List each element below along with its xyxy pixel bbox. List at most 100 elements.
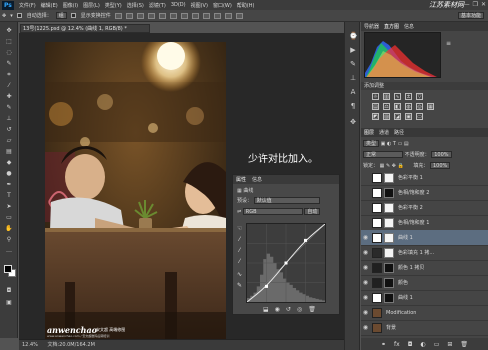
- restore-button[interactable]: ❐: [473, 1, 478, 8]
- tab-navigator[interactable]: 导航器: [364, 23, 379, 30]
- layer-row[interactable]: ◉ 颜色: [361, 275, 488, 291]
- delete-icon[interactable]: 🗑: [308, 306, 316, 313]
- clip-to-layer-icon[interactable]: ⬓: [263, 306, 269, 313]
- close-button[interactable]: ✕: [481, 1, 486, 8]
- layer-row[interactable]: 色彩平衡 1: [361, 170, 488, 186]
- menu-window[interactable]: 窗口(W): [213, 2, 232, 9]
- layer-mask-thumbnail[interactable]: [384, 262, 394, 273]
- histogram-menu-icon[interactable]: ≡: [446, 40, 451, 47]
- eraser-tool-icon[interactable]: ▱: [5, 138, 13, 144]
- black-point-eyedropper-icon[interactable]: ⁄: [236, 236, 243, 243]
- crop-tool-icon[interactable]: ⌗: [5, 72, 13, 78]
- curves-graph[interactable]: [246, 223, 326, 303]
- layer-mask-thumbnail[interactable]: [384, 172, 394, 183]
- link-layers-icon[interactable]: ⚭: [381, 341, 386, 348]
- distribute-bottom-icon[interactable]: [202, 12, 210, 19]
- visibility-icon[interactable]: ◎: [297, 306, 302, 313]
- new-group-icon[interactable]: ▭: [434, 341, 440, 348]
- workspace-dropdown[interactable]: 基本功能: [457, 12, 484, 19]
- layer-mask-thumbnail[interactable]: [384, 292, 394, 303]
- layer-row[interactable]: ◉ 色彩填充 1 拷...: [361, 245, 488, 261]
- align-top-icon[interactable]: [114, 12, 122, 19]
- levels-icon[interactable]: ▥: [383, 93, 390, 100]
- menu-layer[interactable]: 图层(L): [83, 2, 100, 9]
- tab-info[interactable]: 信息: [252, 176, 262, 183]
- lock-all-icon[interactable]: 🔒: [398, 163, 404, 169]
- auto-select-dropdown[interactable]: 组: [55, 12, 67, 19]
- layer-kind-dropdown[interactable]: 类型: [363, 140, 380, 147]
- brush-panel-icon[interactable]: ✎: [349, 60, 357, 68]
- minimize-button[interactable]: —: [464, 1, 470, 8]
- layer-row[interactable]: 色彩平衡 2: [361, 200, 488, 216]
- add-mask-icon[interactable]: ◘: [408, 341, 413, 348]
- visibility-eye-icon[interactable]: ◉: [361, 324, 370, 331]
- posterize-icon[interactable]: ▨: [383, 113, 390, 120]
- auto-button[interactable]: 自动: [304, 208, 321, 215]
- more-tools-icon[interactable]: …: [5, 248, 13, 254]
- distribute-top-icon[interactable]: [180, 12, 188, 19]
- layer-row[interactable]: 色相/饱和度 1: [361, 215, 488, 231]
- vibrance-icon[interactable]: ▽: [416, 93, 423, 100]
- align-center-icon[interactable]: [158, 12, 166, 19]
- selective-color-icon[interactable]: ▣: [405, 113, 412, 120]
- menu-edit[interactable]: 编辑(E): [41, 2, 58, 9]
- view-previous-icon[interactable]: ◉: [275, 306, 280, 313]
- path-select-tool-icon[interactable]: ➤: [5, 204, 13, 210]
- dodge-tool-icon[interactable]: ●: [5, 171, 13, 177]
- actions-panel-icon[interactable]: ▶: [349, 46, 357, 54]
- align-right-icon[interactable]: [169, 12, 177, 19]
- visibility-eye-icon[interactable]: ◉: [361, 234, 370, 241]
- history-brush-tool-icon[interactable]: ↺: [5, 127, 13, 133]
- filter-type-icon[interactable]: T: [393, 141, 396, 147]
- quick-select-tool-icon[interactable]: ✎: [5, 61, 13, 67]
- layer-mask-thumbnail[interactable]: [384, 247, 394, 258]
- show-transform-checkbox[interactable]: [70, 13, 76, 18]
- on-image-adjust-icon[interactable]: ☜: [236, 225, 243, 232]
- move-tool-icon[interactable]: ✥: [5, 28, 13, 34]
- align-middle-icon[interactable]: [125, 12, 133, 19]
- fill-field[interactable]: 100%: [429, 162, 451, 169]
- tab-histogram-info[interactable]: 信息: [404, 23, 414, 30]
- gray-point-eyedropper-icon[interactable]: ⁄: [236, 247, 243, 254]
- filter-adjust-icon[interactable]: ◐: [387, 141, 391, 147]
- curve-control-point[interactable]: [304, 238, 307, 242]
- visibility-eye-icon[interactable]: ◉: [361, 294, 370, 301]
- document-photo[interactable]: [45, 42, 226, 343]
- visibility-eye-icon[interactable]: ◉: [361, 264, 370, 271]
- layer-mask-thumbnail[interactable]: [384, 217, 394, 228]
- tab-histogram[interactable]: 直方图: [384, 23, 399, 30]
- menu-filter[interactable]: 滤镜(T): [149, 2, 166, 9]
- curve-control-point[interactable]: [284, 261, 288, 265]
- layer-row[interactable]: ◉ 颜色 1 拷贝: [361, 260, 488, 276]
- auto-align-icon[interactable]: [235, 12, 243, 19]
- paragraph-panel-icon[interactable]: ¶: [349, 102, 357, 110]
- opacity-field[interactable]: 100%: [431, 151, 452, 158]
- filter-shape-icon[interactable]: ▭: [398, 141, 403, 147]
- visibility-eye-icon[interactable]: ◉: [361, 279, 370, 286]
- type-tool-icon[interactable]: T: [5, 193, 13, 199]
- distribute-left-icon[interactable]: [213, 12, 221, 19]
- layer-row[interactable]: 色相/饱和度 2: [361, 185, 488, 201]
- eyedropper-tool-icon[interactable]: ⁄: [5, 83, 13, 89]
- zoom-level[interactable]: 12.4%: [22, 342, 38, 348]
- clone-stamp-tool-icon[interactable]: ⊥: [5, 116, 13, 122]
- zoom-tool-icon[interactable]: ⚲: [5, 237, 13, 243]
- layer-row[interactable]: ◉ 曲线 1: [361, 230, 488, 246]
- curves-icon[interactable]: ∿: [394, 93, 401, 100]
- curves-graph-canvas[interactable]: [246, 223, 326, 303]
- character-panel-icon[interactable]: A: [349, 88, 357, 96]
- photo-filter-icon[interactable]: ◍: [405, 103, 412, 110]
- layer-mask-thumbnail[interactable]: [384, 187, 394, 198]
- menu-select[interactable]: 选择(S): [127, 2, 144, 9]
- tab-channels[interactable]: 通道: [379, 129, 389, 136]
- lasso-tool-icon[interactable]: ◌: [5, 50, 13, 56]
- lock-paint-icon[interactable]: ✎: [386, 163, 390, 169]
- move-tool-icon[interactable]: ✥: [2, 13, 6, 19]
- new-adjustment-icon[interactable]: ◐: [420, 341, 425, 348]
- layer-style-icon[interactable]: fx: [394, 341, 400, 348]
- quick-mask-icon[interactable]: ◘: [5, 288, 13, 294]
- layer-mask-thumbnail[interactable]: [384, 277, 394, 288]
- reset-icon[interactable]: ↺: [286, 306, 291, 313]
- menu-file[interactable]: 文件(F): [19, 2, 36, 9]
- marquee-tool-icon[interactable]: ⬚: [5, 39, 13, 45]
